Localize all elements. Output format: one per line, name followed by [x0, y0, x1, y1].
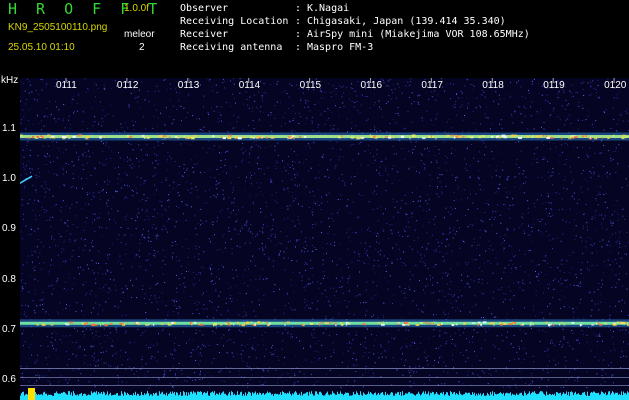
meteor-count-value: 2	[139, 42, 145, 53]
y-tick-label: 0.9	[2, 223, 16, 235]
info-label: Receiver	[180, 29, 229, 40]
info-row-antenna: Receiving antenna: Maspro FM-3	[180, 42, 374, 53]
x-tick-label: 0117	[421, 80, 443, 91]
info-value: Maspro FM-3	[307, 42, 374, 53]
signal-band	[20, 132, 629, 141]
file-datetime: 25.05.10 01:10	[8, 42, 75, 53]
header-panel: H R O F F T 1.0.0f KN9_2505100110.png 25…	[0, 0, 629, 78]
x-tick-label: 0111	[56, 80, 77, 91]
info-label: Observer	[180, 3, 229, 14]
info-value: Chigasaki, Japan (139.414 35.340)	[307, 16, 506, 27]
info-label: Receiving Location	[180, 16, 289, 27]
app-version: 1.0.0f	[124, 3, 150, 14]
x-tick-label: 0119	[543, 80, 565, 91]
x-tick-label: 0114	[238, 80, 261, 91]
x-tick-label: 0115	[299, 80, 322, 91]
meteor-echo	[20, 175, 33, 184]
spectrogram-plot	[20, 78, 629, 400]
meteor-count-label: meleor	[124, 29, 155, 40]
x-tick-label: 0113	[177, 80, 200, 91]
info-value: AirSpy mini (Miakejima VOR 108.65MHz)	[307, 29, 530, 40]
x-tick-label: 0120	[604, 80, 627, 91]
info-row-location: Receiving Location: Chigasaki, Japan (139…	[180, 16, 506, 27]
level-meter	[20, 388, 629, 400]
y-tick-label: 1.0	[2, 173, 16, 185]
y-tick-label: 0.7	[2, 323, 16, 335]
file-name: KN9_2505100110.png	[8, 22, 108, 33]
info-label: Receiving antenna	[180, 42, 283, 53]
x-tick-label: 0112	[116, 80, 139, 91]
x-tick-label: 0116	[360, 80, 383, 91]
noise-speckle	[20, 78, 629, 389]
y-tick-label: 1.1	[2, 123, 16, 134]
info-row-observer: Observer: K.Nagai	[180, 3, 350, 14]
x-tick-label: 0118	[482, 80, 504, 91]
signal-band	[20, 319, 629, 328]
y-tick-label: 0.8	[2, 273, 16, 285]
y-tick-label: 0.6	[2, 374, 16, 385]
info-value: K.Nagai	[307, 3, 350, 14]
info-row-receiver: Receiver: AirSpy mini (Miakejima VOR 108.…	[180, 29, 530, 40]
spectrogram-svg	[20, 78, 629, 400]
y-axis-label: kHz	[1, 75, 19, 86]
